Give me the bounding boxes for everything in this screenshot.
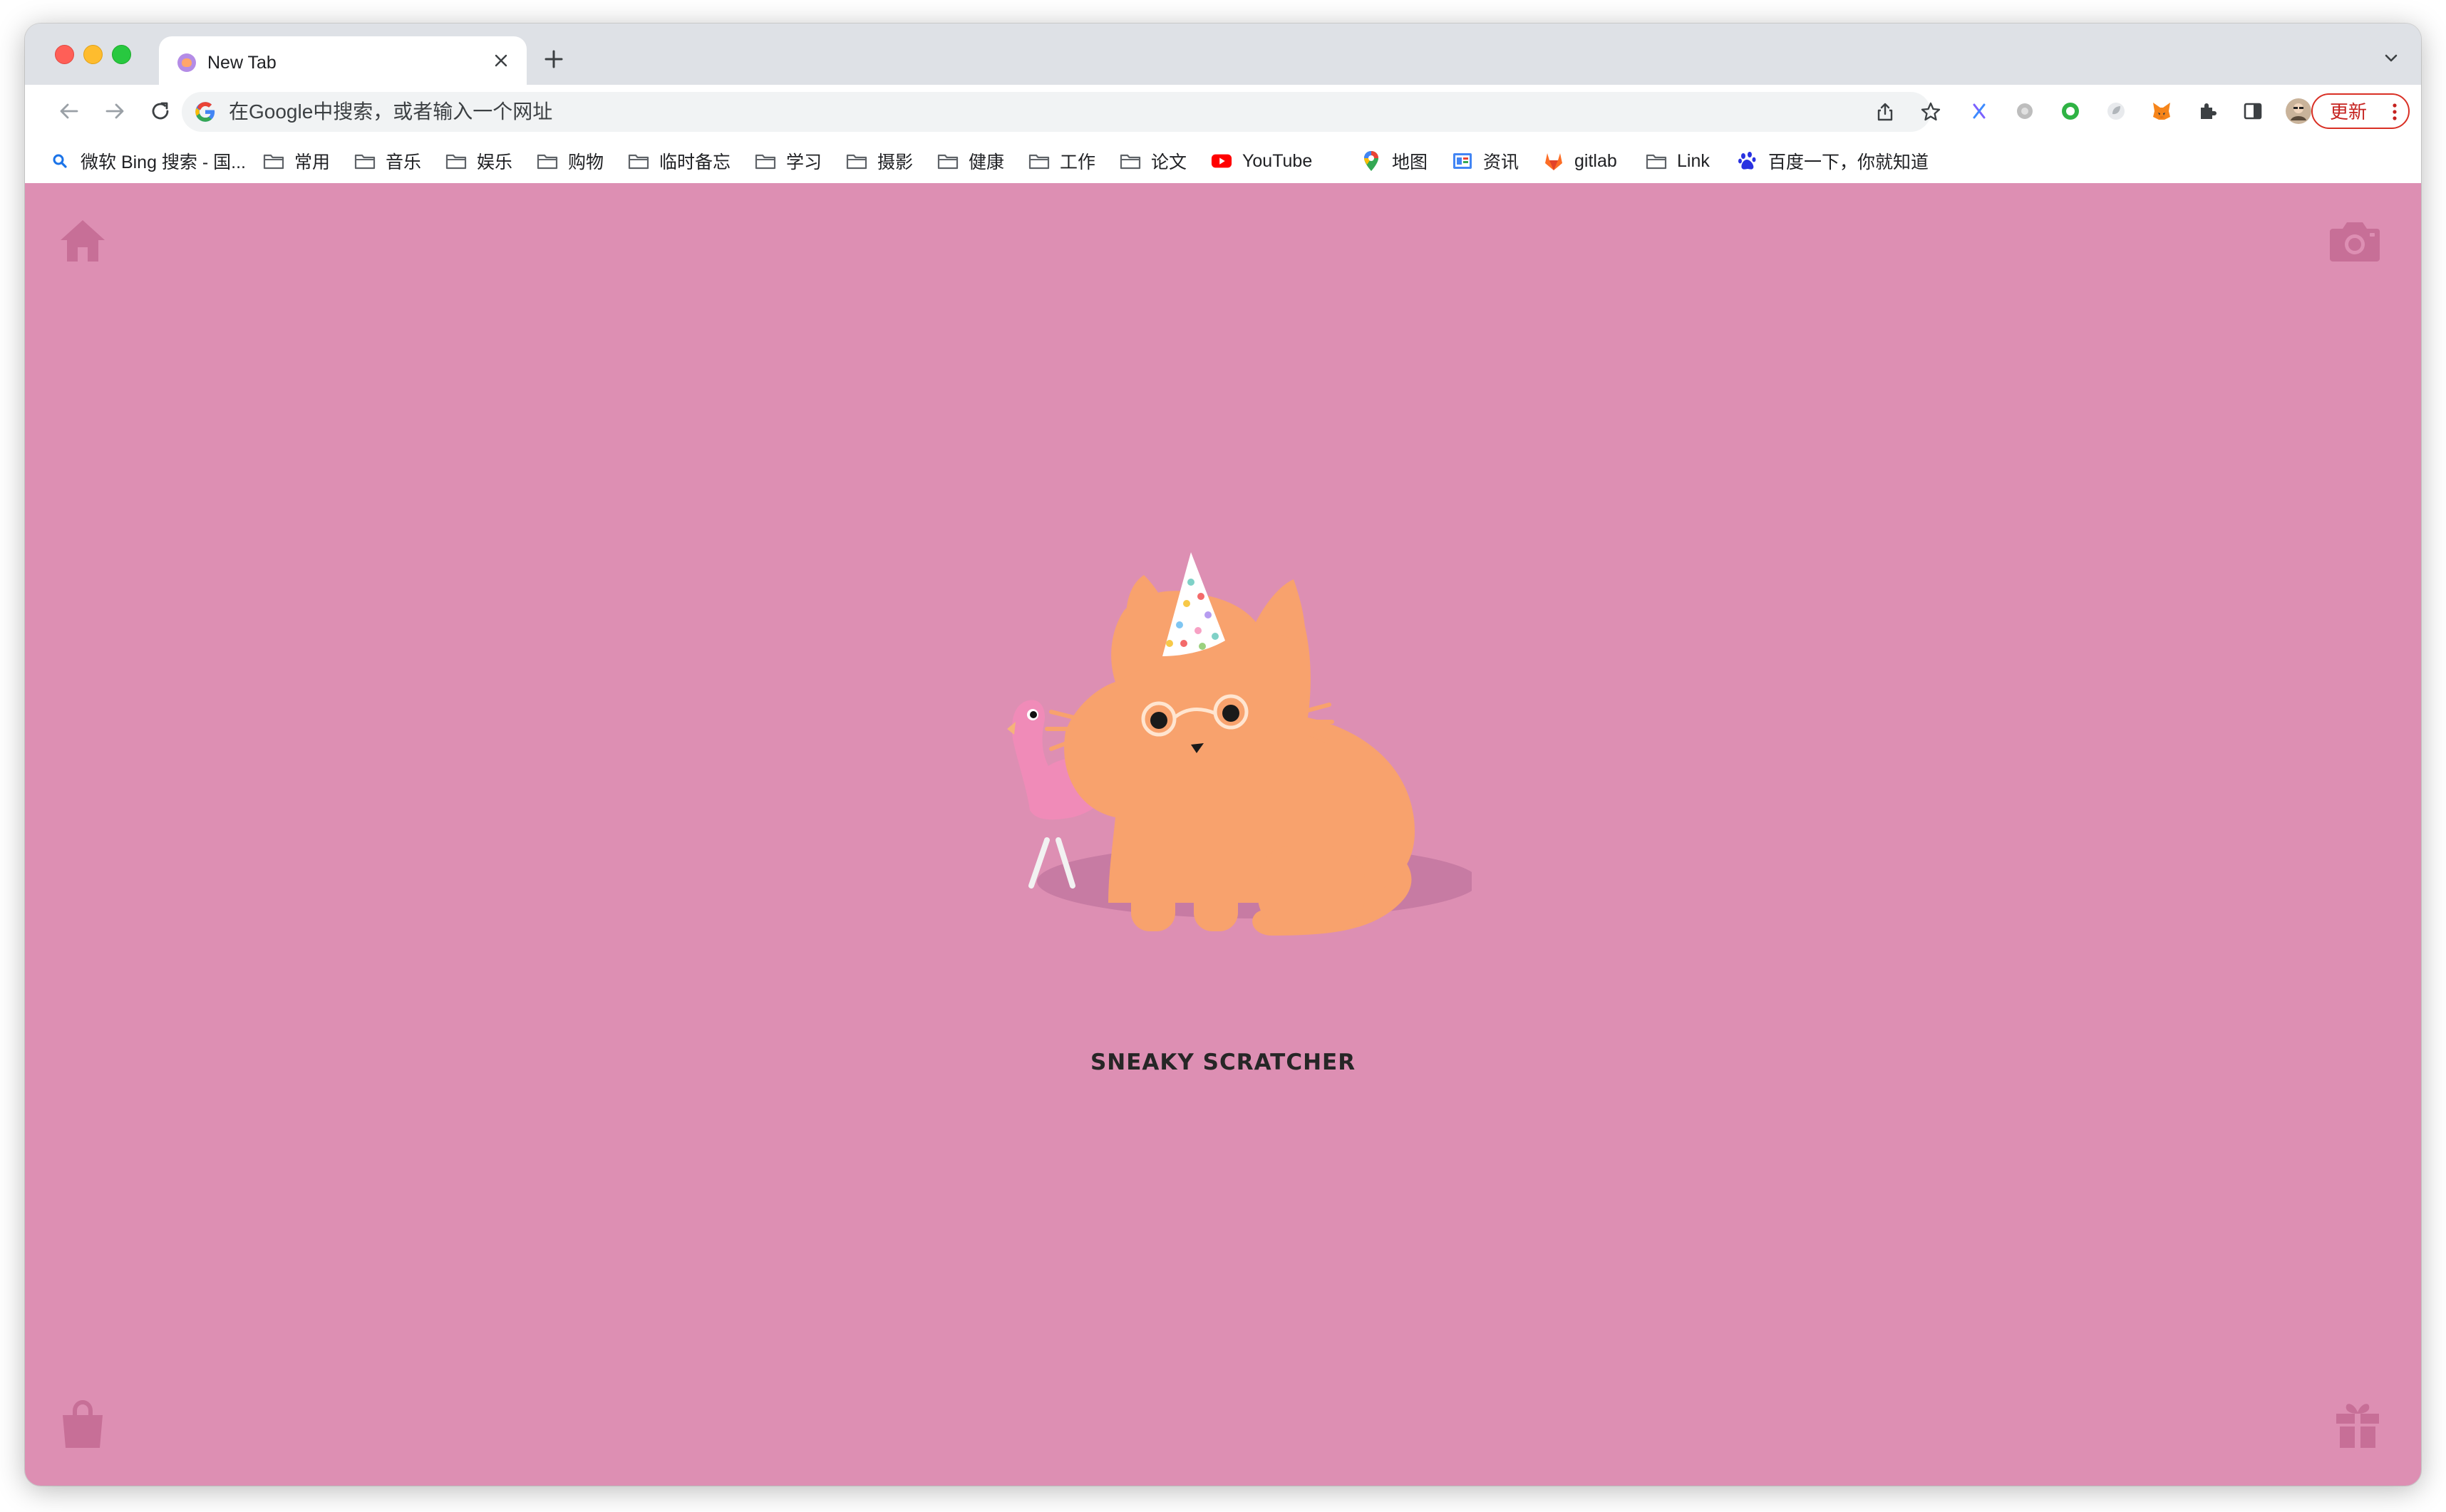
shopping-bag-icon[interactable] [56,1399,109,1451]
cat-illustration [1007,552,1472,936]
forward-button[interactable] [100,97,129,125]
camera-icon[interactable] [2328,214,2381,267]
cat-eye [1222,705,1239,722]
illustration-caption: SNEAKY SCRATCHER [1090,1050,1356,1075]
share-icon[interactable] [1872,99,1898,125]
cat-haunch [1258,846,1365,931]
reload-button[interactable] [146,97,175,125]
cat-eye [1150,712,1167,729]
tab-search-chevron-icon[interactable] [2378,45,2404,71]
bookmark-bing[interactable]: 微软 Bing 搜索 - 国... [49,149,246,173]
bookmark-label: 娱乐 [477,152,513,172]
google-news-icon [1452,150,1473,172]
window-maximize-button[interactable] [112,45,131,64]
folder-icon [846,150,867,172]
more-menu-icon [2393,103,2397,121]
bookmark-gitlab[interactable]: gitlab [1543,149,1617,173]
folder-icon [354,150,376,172]
bookmark-baidu[interactable]: 百度一下，你就知道 [1737,149,1929,173]
new-tab-button[interactable] [540,45,568,73]
home-icon[interactable] [56,214,109,267]
update-button[interactable]: 更新 [2311,93,2410,129]
back-button[interactable] [55,97,83,125]
folder-icon [628,150,649,172]
bookmark-label: 百度一下，你就知道 [1768,152,1929,172]
window-minimize-button[interactable] [83,45,103,64]
bing-search-icon [49,150,71,172]
bookmark-label: 论文 [1151,152,1187,172]
bookmark-folder-gongzuo[interactable]: 工作 [1028,149,1095,173]
bookmark-label: 地图 [1392,152,1428,172]
extension-gray-icon[interactable] [2011,97,2039,125]
metamask-fox-icon[interactable] [2147,97,2176,125]
bookmark-label: 常用 [294,152,331,172]
bookmark-label: 音乐 [386,152,422,172]
update-button-label: 更新 [2330,101,2368,123]
bookmark-folder-link[interactable]: Link [1646,149,1710,173]
google-maps-icon [1361,150,1382,172]
bookmark-label: 购物 [568,152,604,172]
bookmark-label: 工作 [1060,152,1096,172]
tab-close-icon[interactable] [488,48,514,73]
cat-leg [1194,839,1238,931]
bookmark-label: 临时备忘 [659,152,731,172]
bookmark-label: 学习 [786,152,822,172]
gift-icon[interactable] [2331,1397,2384,1450]
browser-toolbar: 在Google中搜索，或者输入一个网址 更新 [25,85,2421,138]
bookmark-folder-lunwen[interactable]: 论文 [1120,149,1187,173]
folder-icon [755,150,776,172]
folder-icon [1120,150,1141,172]
profile-avatar[interactable] [2284,97,2313,125]
bookmark-star-icon[interactable] [1918,99,1944,125]
bookmark-folder-jiankang[interactable]: 健康 [937,149,1004,173]
bookmark-folder-yule[interactable]: 娱乐 [445,149,512,173]
browser-window: New Tab 在Google中搜索，或者输入一个网址 更新 微软 Bing 搜… [25,24,2421,1486]
window-close-button[interactable] [55,45,74,64]
bookmarks-bar: 微软 Bing 搜索 - 国... 常用 音乐 娱乐 购物 临时备忘 学习 摄影… [25,138,2421,184]
tab-strip: New Tab [25,24,2421,86]
folder-icon [937,150,959,172]
bookmark-folder-xuexi[interactable]: 学习 [755,149,822,173]
bookmark-folder-yinyue[interactable]: 音乐 [354,149,421,173]
bookmark-folder-changyong[interactable]: 常用 [263,149,330,173]
folder-icon [1028,150,1050,172]
folder-icon [1646,150,1667,172]
extensions-puzzle-icon[interactable] [2193,97,2221,125]
bookmark-label: 资讯 [1483,152,1519,172]
cat-leg [1131,839,1175,931]
bookmark-label: YouTube [1242,150,1313,171]
extension-x-icon[interactable] [1965,97,1993,125]
gitlab-icon [1543,150,1564,172]
google-g-icon [195,101,216,123]
bookmark-news[interactable]: 资讯 [1452,149,1519,173]
folder-icon [537,150,558,172]
bookmark-label: Link [1677,150,1710,171]
folder-icon [445,150,467,172]
bookmark-label: 微软 Bing 搜索 - 国... [81,152,246,172]
bookmark-label: gitlab [1574,150,1617,171]
tab-favicon-icon [177,53,196,72]
bookmark-folder-sheying[interactable]: 摄影 [846,149,913,173]
address-bar[interactable]: 在Google中搜索，或者输入一个网址 [182,92,1941,132]
tab-title: New Tab [207,53,277,73]
new-tab-page: SNEAKY SCRATCHER [25,183,2421,1486]
bookmark-label: 摄影 [877,152,914,172]
extension-leaf-icon[interactable] [2102,97,2130,125]
tab-new-tab[interactable]: New Tab [159,36,527,86]
bookmark-maps[interactable]: 地图 [1361,149,1428,173]
address-bar-placeholder: 在Google中搜索，或者输入一个网址 [229,100,553,123]
bookmark-youtube[interactable]: YouTube [1211,149,1312,173]
youtube-icon [1211,150,1232,172]
folder-icon [263,150,284,172]
side-panel-icon[interactable] [2239,97,2267,125]
baidu-icon [1737,150,1758,172]
bookmark-folder-gouwu[interactable]: 购物 [537,149,604,173]
extension-green-ring-icon[interactable] [2056,97,2085,125]
bookmark-folder-linshibeiwang[interactable]: 临时备忘 [628,149,731,173]
bookmark-label: 健康 [969,152,1005,172]
